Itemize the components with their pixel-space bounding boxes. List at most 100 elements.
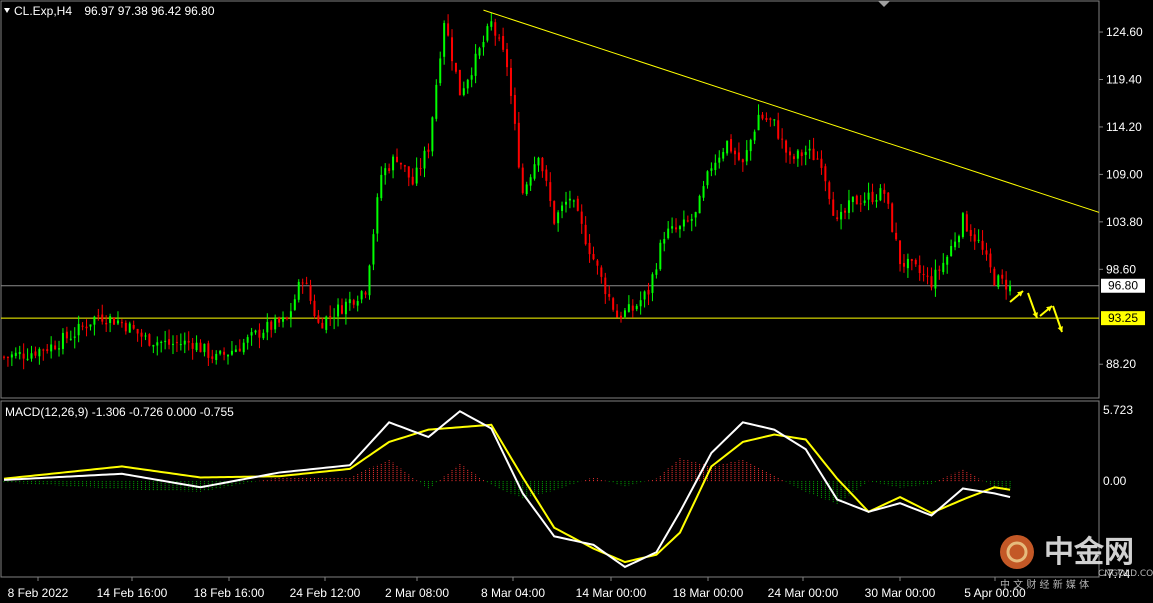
candle bbox=[906, 253, 909, 278]
candle bbox=[321, 317, 324, 329]
candle bbox=[454, 62, 457, 74]
candle bbox=[631, 299, 634, 318]
candle bbox=[910, 258, 913, 271]
scroll-marker-icon[interactable] bbox=[878, 1, 890, 7]
candle bbox=[816, 151, 819, 160]
candle bbox=[439, 51, 442, 86]
candle bbox=[65, 326, 68, 344]
candle bbox=[997, 274, 1000, 290]
candle bbox=[254, 329, 257, 335]
candle bbox=[942, 253, 945, 275]
candle bbox=[124, 320, 127, 335]
candle bbox=[329, 305, 332, 326]
candle bbox=[588, 234, 591, 263]
time-tick-label: 30 Mar 00:00 bbox=[865, 586, 936, 600]
signal-line bbox=[3, 423, 1011, 564]
candle bbox=[140, 328, 143, 347]
candle bbox=[561, 201, 564, 219]
chart-canvas[interactable]: 124.60 119.40 114.20 109.00 103.80 98.60 88.20… bbox=[0, 0, 1153, 603]
macd-label: MACD(12,26,9) -1.306 -0.726 0.000 -0.755 bbox=[5, 405, 234, 419]
candle bbox=[899, 240, 902, 272]
candle bbox=[667, 221, 670, 240]
candle bbox=[482, 35, 485, 56]
candle bbox=[423, 146, 426, 178]
candle bbox=[199, 339, 202, 353]
candle bbox=[541, 156, 544, 178]
candle bbox=[525, 181, 528, 196]
watermark-domain: CNGOLD.COM.CN bbox=[1098, 569, 1153, 579]
candle bbox=[769, 117, 772, 127]
candle bbox=[258, 323, 261, 349]
candle bbox=[694, 211, 697, 227]
candle bbox=[435, 79, 438, 122]
cngold-watermark: 中金网 CNGOLD.COM.CN 中 文 财 经 新 媒 体 bbox=[1000, 535, 1153, 591]
candle bbox=[675, 218, 678, 233]
candle bbox=[879, 184, 882, 202]
candle bbox=[191, 337, 194, 360]
macd-tick-label: 5.723 bbox=[1103, 403, 1133, 417]
candle bbox=[293, 294, 296, 311]
candle bbox=[867, 182, 870, 211]
candle bbox=[498, 34, 501, 42]
candle bbox=[957, 234, 960, 248]
candle bbox=[753, 129, 756, 145]
candle bbox=[517, 111, 520, 169]
candle bbox=[863, 192, 866, 206]
candle bbox=[368, 264, 371, 300]
candle bbox=[376, 193, 379, 242]
candle bbox=[399, 162, 402, 170]
candle bbox=[702, 180, 705, 201]
candle bbox=[148, 333, 151, 347]
candle bbox=[309, 279, 312, 305]
candle bbox=[576, 195, 579, 212]
candle bbox=[985, 242, 988, 261]
candle bbox=[415, 157, 418, 186]
candle bbox=[42, 348, 45, 361]
trend-annotations bbox=[483, 9, 1099, 333]
candle bbox=[301, 278, 304, 294]
price-tick-label: 119.40 bbox=[1106, 72, 1142, 86]
candle bbox=[509, 59, 512, 105]
candle bbox=[844, 207, 847, 220]
candle bbox=[266, 313, 269, 341]
candle bbox=[521, 163, 524, 195]
candle bbox=[144, 332, 147, 341]
candle bbox=[580, 204, 583, 234]
candle bbox=[513, 87, 516, 131]
candle bbox=[620, 311, 623, 323]
candle bbox=[352, 298, 355, 309]
support-price-label: 93.25 bbox=[1108, 311, 1138, 325]
collapse-triangle-icon[interactable] bbox=[4, 8, 10, 13]
candle bbox=[380, 166, 383, 201]
candle bbox=[1005, 271, 1008, 300]
candle bbox=[50, 336, 53, 359]
time-tick-label: 8 Mar 04:00 bbox=[481, 586, 545, 600]
candle bbox=[902, 254, 905, 273]
candle bbox=[85, 319, 88, 337]
candle bbox=[616, 304, 619, 318]
candle bbox=[474, 44, 477, 84]
macd-tick-label: 0.00 bbox=[1103, 474, 1127, 488]
candle bbox=[604, 272, 607, 304]
candle bbox=[171, 335, 174, 355]
candle bbox=[337, 298, 340, 327]
candle bbox=[203, 343, 206, 357]
watermark-brand: 中金网 bbox=[1044, 535, 1134, 570]
candle bbox=[113, 317, 116, 325]
time-tick-label: 14 Mar 00:00 bbox=[576, 586, 647, 600]
candle bbox=[270, 320, 273, 338]
candle bbox=[313, 294, 316, 319]
candle bbox=[34, 346, 37, 359]
candle bbox=[824, 163, 827, 192]
candle bbox=[537, 156, 540, 172]
forecast-arrow-up bbox=[1039, 305, 1053, 317]
time-tick-label: 2 Mar 08:00 bbox=[385, 586, 449, 600]
candle bbox=[718, 150, 721, 169]
candle bbox=[977, 229, 980, 244]
price-plot bbox=[1, 9, 1099, 370]
candle bbox=[392, 154, 395, 179]
candle bbox=[596, 259, 599, 275]
candle bbox=[592, 246, 595, 261]
candle bbox=[152, 344, 155, 354]
candle bbox=[109, 313, 112, 333]
